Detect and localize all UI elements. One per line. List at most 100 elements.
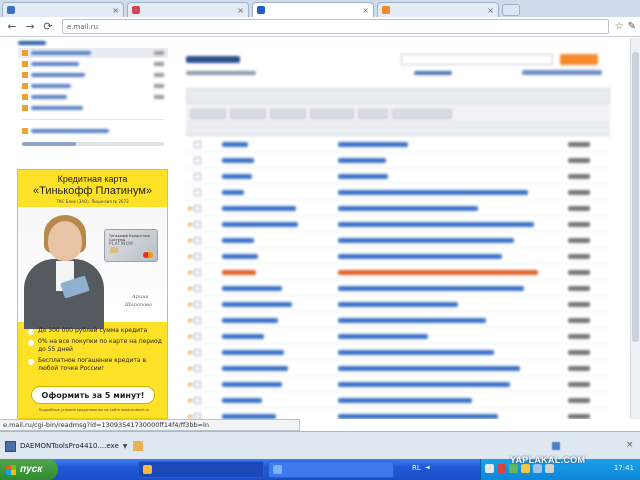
browser-tab-active[interactable]: × xyxy=(252,2,374,17)
mail-sender-blurred xyxy=(222,382,282,387)
mail-sender-blurred xyxy=(222,350,284,355)
folder-icon xyxy=(22,94,28,100)
mail-action-button[interactable] xyxy=(392,108,452,119)
mail-action-button[interactable] xyxy=(190,108,226,119)
mail-row[interactable] xyxy=(186,297,610,312)
mail-row[interactable] xyxy=(186,313,610,328)
reload-icon[interactable]: ⟳ xyxy=(40,19,56,35)
tab-close-icon[interactable]: × xyxy=(112,6,119,15)
mail-row[interactable] xyxy=(186,169,610,184)
folder-item[interactable] xyxy=(18,103,168,113)
show-all-downloads-link[interactable] xyxy=(552,442,584,450)
mail-row[interactable] xyxy=(186,217,610,232)
mail-search-button[interactable] xyxy=(560,54,598,65)
close-icon[interactable]: × xyxy=(626,440,634,450)
mail-row[interactable] xyxy=(186,265,610,280)
bookmark-star-icon[interactable]: ☆ xyxy=(615,21,624,32)
mail-filter-tabs[interactable] xyxy=(186,88,610,104)
back-arrow-icon[interactable]: ← xyxy=(4,19,20,35)
mail-checkbox[interactable] xyxy=(194,301,201,308)
ad-apply-button[interactable]: Оформить за 5 минут! xyxy=(31,386,155,404)
language-indicator[interactable]: RL xyxy=(412,464,421,472)
tray-app-icon[interactable] xyxy=(521,464,530,473)
mail-sender-blurred xyxy=(222,270,256,275)
mail-row[interactable] xyxy=(186,249,610,264)
mail-checkbox[interactable] xyxy=(194,269,201,276)
mail-checkbox[interactable] xyxy=(194,381,201,388)
mail-subject-blurred xyxy=(338,238,514,243)
browser-tab[interactable]: × xyxy=(127,2,249,17)
mail-checkbox[interactable] xyxy=(194,285,201,292)
folder-item[interactable] xyxy=(18,48,168,58)
folder-item[interactable] xyxy=(18,81,168,91)
tray-app-icon[interactable] xyxy=(533,464,542,473)
mail-row[interactable] xyxy=(186,377,610,392)
language-arrow-icon[interactable]: ◄ xyxy=(425,464,430,471)
tray-app-icon[interactable] xyxy=(509,464,518,473)
mail-action-button[interactable] xyxy=(310,108,354,119)
download-menu-arrow-icon[interactable]: ▼ xyxy=(123,443,128,450)
mail-checkbox[interactable] xyxy=(194,221,201,228)
mail-checkbox[interactable] xyxy=(194,333,201,340)
mail-row[interactable] xyxy=(186,233,610,248)
download-item[interactable]: DAEMONToolsPro4410....exe ▼ xyxy=(5,437,128,455)
mail-action-button[interactable] xyxy=(230,108,266,119)
mail-row[interactable] xyxy=(186,185,610,200)
folder-settings-link[interactable] xyxy=(18,126,168,136)
mail-row[interactable] xyxy=(186,345,610,360)
forward-arrow-icon[interactable]: → xyxy=(22,19,38,35)
folder-item[interactable] xyxy=(18,70,168,80)
mail-row[interactable] xyxy=(186,393,610,408)
mail-row[interactable] xyxy=(186,409,610,419)
mail-checkbox[interactable] xyxy=(194,189,201,196)
ad-bullet: Бесплатное погашение кредита в любой точ… xyxy=(28,357,162,373)
tab-close-icon[interactable]: × xyxy=(237,6,244,15)
mail-checkbox[interactable] xyxy=(194,205,201,212)
tab-close-icon[interactable]: × xyxy=(362,6,369,15)
mail-search-input[interactable] xyxy=(401,54,553,65)
wrench-menu-icon[interactable]: ✎ xyxy=(628,21,636,32)
start-button[interactable]: пуск xyxy=(0,459,58,480)
pagination-blurred[interactable] xyxy=(522,70,602,75)
mail-row[interactable] xyxy=(186,153,610,168)
folder-item[interactable] xyxy=(18,59,168,69)
browser-tab-strip: × × × × xyxy=(0,0,640,17)
tab-close-icon[interactable]: × xyxy=(487,6,494,15)
new-tab-button[interactable] xyxy=(502,4,520,16)
mail-row[interactable] xyxy=(186,361,610,376)
mail-sender-blurred xyxy=(222,334,264,339)
taskbar-window-button[interactable] xyxy=(268,461,394,478)
address-bar[interactable]: e.mail.ru xyxy=(62,19,609,34)
mail-row[interactable] xyxy=(186,137,610,152)
mail-row[interactable] xyxy=(186,281,610,296)
mail-checkbox[interactable] xyxy=(194,237,201,244)
mail-action-button[interactable] xyxy=(270,108,306,119)
speaker-icon[interactable] xyxy=(545,464,554,473)
browser-tab[interactable]: × xyxy=(2,2,124,17)
mail-checkbox[interactable] xyxy=(194,157,201,164)
mail-row[interactable] xyxy=(186,329,610,344)
folder-count-blurred xyxy=(154,62,164,66)
mail-checkbox[interactable] xyxy=(194,349,201,356)
mail-checkbox[interactable] xyxy=(194,317,201,324)
page-scrollbar[interactable] xyxy=(630,38,640,419)
url-path-blurred xyxy=(100,23,102,31)
taskbar-window-button[interactable] xyxy=(138,461,264,478)
mail-sender-blurred xyxy=(222,302,292,307)
mail-checkbox[interactable] xyxy=(194,365,201,372)
folder-item[interactable] xyxy=(18,92,168,102)
mail-checkbox[interactable] xyxy=(194,141,201,148)
mail-checkbox[interactable] xyxy=(194,253,201,260)
ad-banner[interactable]: Кредитная карта «Тинькофф Платинум» ТКС … xyxy=(17,169,168,419)
scrollbar-thumb[interactable] xyxy=(632,52,639,342)
inbox-link-blurred[interactable] xyxy=(414,71,452,75)
mail-action-button[interactable] xyxy=(358,108,388,119)
mail-checkbox[interactable] xyxy=(194,173,201,180)
tray-app-icon[interactable] xyxy=(497,464,506,473)
mail-row[interactable] xyxy=(186,201,610,216)
folders-header-blurred xyxy=(18,41,46,45)
tray-app-icon[interactable] xyxy=(485,464,494,473)
download-item[interactable] xyxy=(133,437,233,455)
browser-tab[interactable]: × xyxy=(377,2,499,17)
mail-checkbox[interactable] xyxy=(194,397,201,404)
